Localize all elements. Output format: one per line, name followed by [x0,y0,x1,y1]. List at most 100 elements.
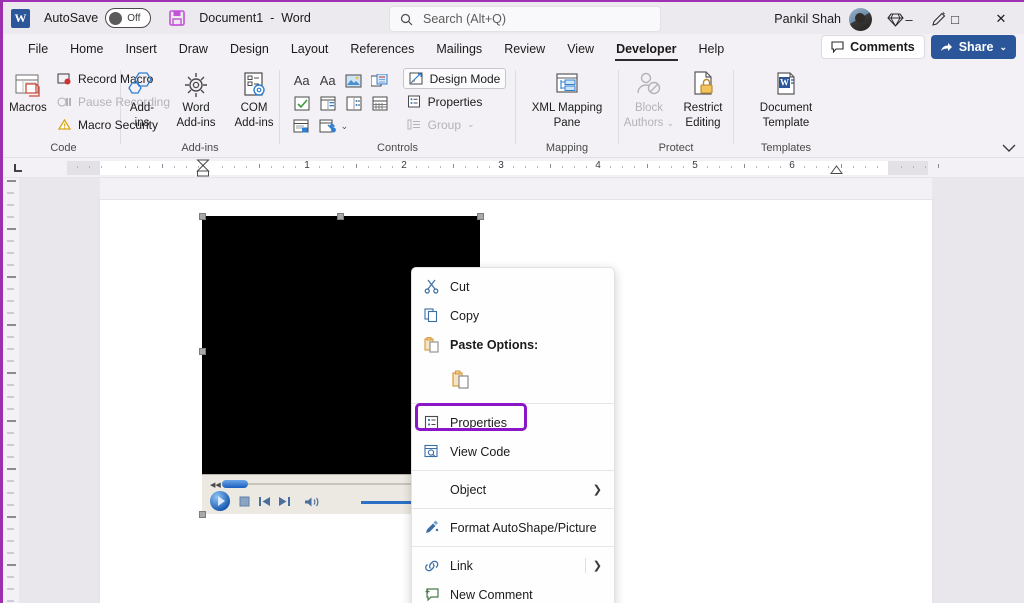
drop-down-list-content-control-icon[interactable] [341,92,367,115]
search-box[interactable]: Search (Alt+Q) [389,6,661,32]
autosave-toggle[interactable]: Off [105,8,152,28]
title-bar: W AutoSave Off Document1 - Word Search (… [3,0,1024,34]
context-menu-label-paste-options: Paste Options: [450,337,539,352]
vertical-ruler-tick [7,384,14,386]
context-menu-item-link[interactable]: Link ❯ [412,551,614,580]
resize-handle-top-left[interactable] [199,213,206,220]
document-template-button[interactable]: W Document Template [743,66,829,130]
next-track-icon[interactable] [278,496,291,507]
group-button: Group ⌄ [403,114,507,135]
check-box-content-control-icon[interactable] [289,92,315,115]
seek-thumb[interactable] [222,480,248,488]
macros-icon [12,68,44,100]
vertical-ruler-tick [7,336,14,338]
combo-box-content-control-icon[interactable] [315,92,341,115]
document-title[interactable]: Document1 - Word [199,11,311,25]
com-add-ins-label-line1: COM [240,102,268,114]
context-menu-item-new-comment[interactable]: New Comment [412,580,614,603]
tab-view[interactable]: View [556,36,605,62]
context-menu-item-view-code[interactable]: View Code [412,437,614,466]
tab-home[interactable]: Home [59,36,114,62]
ruler-tick [585,166,587,168]
design-mode-button[interactable]: Design Mode [402,68,507,89]
resize-handle-top-right[interactable] [477,213,484,220]
picture-content-control-icon[interactable] [341,69,367,92]
ruler-right-margin [888,161,928,175]
context-menu-item-format-autoshape-picture[interactable]: Format AutoShape/Picture [412,513,614,542]
tab-layout[interactable]: Layout [280,36,340,62]
tab-insert[interactable]: Insert [115,36,168,62]
horizontal-ruler[interactable]: 1 2 3 4 5 6 [3,158,1024,178]
resize-handle-middle-left[interactable] [199,348,206,355]
ruler-tick [561,166,563,168]
tab-references[interactable]: References [339,36,425,62]
ribbon: Visual Basic Macros [3,62,1024,158]
repeating-section-content-control-icon[interactable] [289,115,315,138]
context-menu-label-format-autoshape-picture: Format AutoShape/Picture [450,520,597,535]
app-name: Word [281,11,311,25]
stop-button-icon[interactable] [239,496,250,507]
add-ins-button[interactable]: Add- ins [117,66,167,130]
macros-button[interactable]: Macros [3,66,53,115]
minimize-button[interactable]: – [886,2,932,36]
record-macro-icon [57,72,72,86]
vertical-ruler-tick [7,576,14,578]
vertical-ruler-tick [7,528,14,530]
legacy-tools-caret-icon[interactable]: ⌄ [341,115,367,138]
context-menu-item-properties[interactable]: Properties [412,403,614,437]
maximize-button[interactable]: □ [932,2,978,36]
tab-review[interactable]: Review [493,36,556,62]
context-menu-separator [412,546,614,547]
word-add-ins-button[interactable]: Word Add-ins [167,66,225,130]
paste-option-buttons [412,359,614,399]
word-add-ins-label-line1: Word [182,102,210,114]
volume-icon[interactable] [304,496,319,508]
ruler-tick [294,166,296,168]
search-placeholder-text: Search (Alt+Q) [423,12,507,26]
tab-help[interactable]: Help [688,36,736,62]
properties-button[interactable]: Properties [403,91,507,112]
indent-markers[interactable] [196,159,210,178]
new-comment-icon [424,587,450,602]
keep-source-formatting-icon[interactable] [452,370,470,389]
resize-handle-bottom-left[interactable] [199,511,206,518]
left-tab-stop-icon[interactable] [13,162,24,173]
close-button[interactable]: ✕ [978,2,1024,36]
resize-handle-top-center[interactable] [337,213,344,220]
building-block-gallery-icon[interactable] [367,69,393,92]
tab-mailings[interactable]: Mailings [425,36,493,62]
group-label-addins: Add-ins [181,142,219,154]
vertical-ruler[interactable] [3,178,19,603]
comments-button[interactable]: Comments [821,35,925,59]
ruler-number: 5 [692,160,698,171]
previous-track-icon[interactable] [258,496,271,507]
view-code-icon [424,444,450,459]
restrict-editing-button[interactable]: Restrict Editing [676,66,730,130]
date-picker-content-control-icon[interactable] [367,92,393,115]
share-button[interactable]: Share ⌄ [930,35,1016,59]
com-add-ins-button[interactable]: COM Add-ins [225,66,283,130]
context-menu-item-copy[interactable]: Copy [412,301,614,330]
context-menu-item-object[interactable]: Object ❯ [412,475,614,504]
tab-file[interactable]: File [17,36,59,62]
rich-text-content-control-icon[interactable]: Aa [289,69,315,92]
tab-developer[interactable]: Developer [605,36,687,62]
xml-mapping-pane-button[interactable]: XML Mapping Pane [521,66,613,130]
ruler-tick [779,166,781,168]
tab-design[interactable]: Design [219,36,280,62]
ruler-tick [331,166,333,168]
save-icon[interactable] [167,8,187,28]
ruler-tick [185,166,187,168]
user-account[interactable]: Pankil Shah [774,2,872,36]
add-ins-label-line1: Add- [129,102,155,114]
context-menu-item-cut[interactable]: Cut [412,272,614,301]
ruler-tick [767,166,769,168]
collapse-ribbon-button[interactable] [1002,144,1016,153]
right-indent-marker[interactable] [830,165,843,174]
context-menu-label-new-comment: New Comment [450,587,533,602]
tab-draw[interactable]: Draw [168,36,219,62]
ruler-tick [743,164,745,168]
plain-text-content-control-icon[interactable]: Aa [315,69,341,92]
legacy-tools-icon[interactable] [315,115,341,138]
play-button-icon[interactable] [210,491,230,511]
